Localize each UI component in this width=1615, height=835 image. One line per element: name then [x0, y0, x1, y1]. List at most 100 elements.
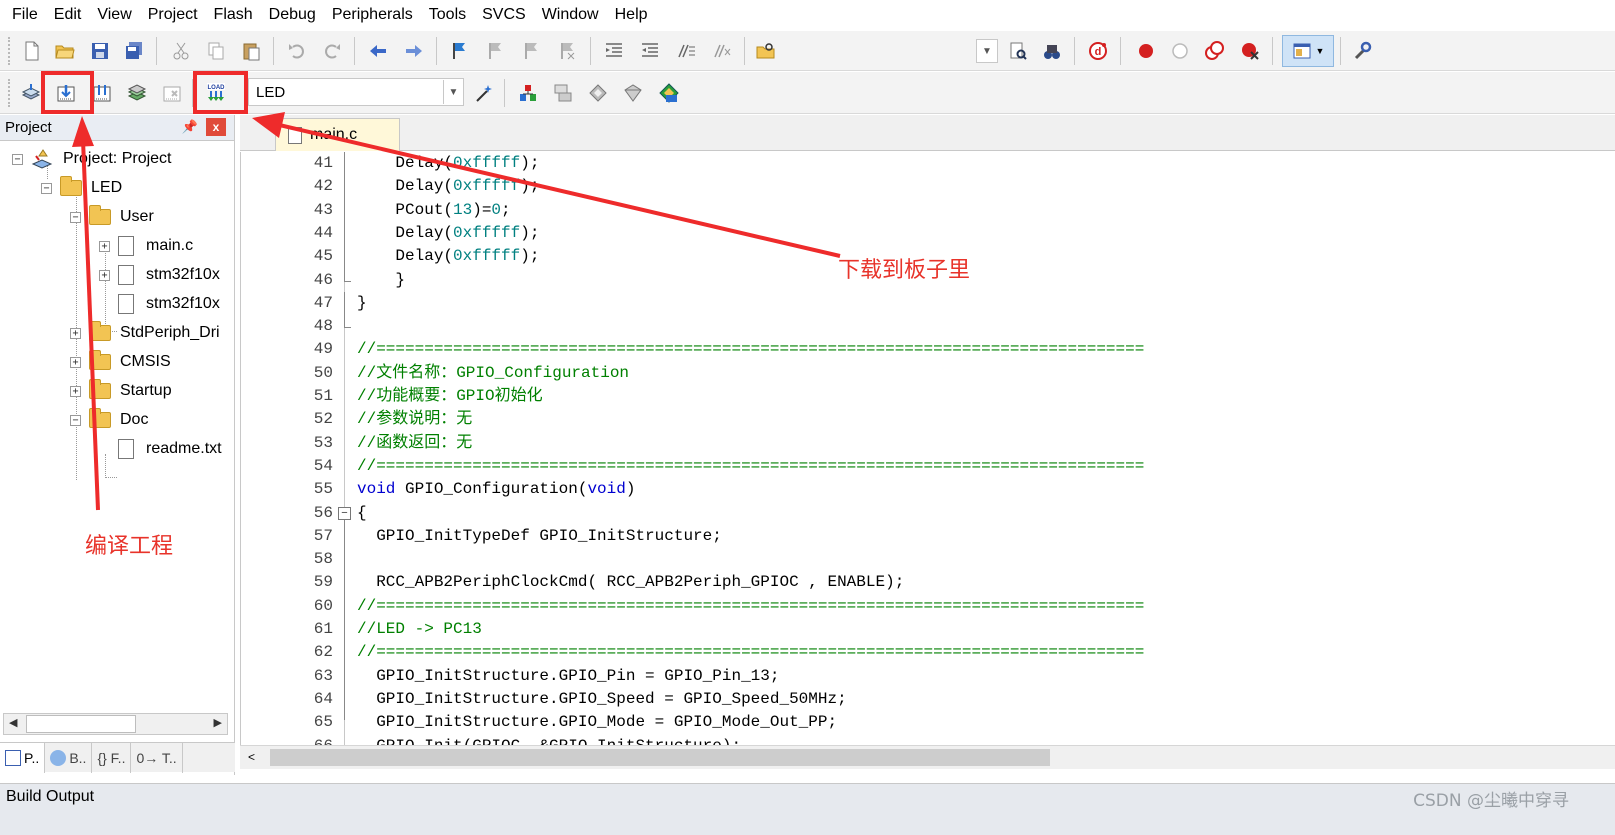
code-line[interactable]: 62 //====================================…: [241, 641, 1615, 664]
menu-view[interactable]: View: [89, 0, 139, 30]
code-line[interactable]: 64 GPIO_InitStructure.GPIO_Speed = GPIO_…: [241, 688, 1615, 711]
redo-button[interactable]: [318, 37, 346, 65]
indent-button[interactable]: [600, 37, 628, 65]
run-time-environment-button[interactable]: [655, 79, 683, 107]
tab-project[interactable]: P..: [0, 743, 46, 773]
code-line[interactable]: 48: [241, 315, 1615, 338]
manage-project-items-button[interactable]: [514, 79, 542, 107]
menu-help[interactable]: Help: [607, 0, 656, 30]
code-line[interactable]: 60 //====================================…: [241, 595, 1615, 618]
code-line[interactable]: 44 Delay(0xfffff);: [241, 222, 1615, 245]
code-line[interactable]: 65 GPIO_InitStructure.GPIO_Mode = GPIO_M…: [241, 711, 1615, 734]
next-bookmark-button[interactable]: [518, 37, 546, 65]
unindent-button[interactable]: [636, 37, 664, 65]
toolbar-grip[interactable]: [8, 79, 12, 107]
debug-session-button[interactable]: d: [1084, 37, 1112, 65]
tree-item-user-group[interactable]: − User: [70, 204, 154, 230]
menu-window[interactable]: Window: [534, 0, 607, 30]
manage-multi-project-button[interactable]: [549, 79, 577, 107]
insert-bookmark-button[interactable]: [446, 37, 474, 65]
select-packs-button[interactable]: [584, 79, 612, 107]
paste-button[interactable]: [237, 37, 265, 65]
cut-button[interactable]: [167, 37, 195, 65]
tree-item-cmsis[interactable]: + CMSIS: [70, 349, 171, 375]
clear-bookmarks-button[interactable]: [554, 37, 582, 65]
scrollbar-thumb[interactable]: [26, 715, 136, 733]
expand-icon[interactable]: +: [99, 240, 110, 252]
new-file-button[interactable]: [18, 37, 46, 65]
code-line[interactable]: 63 GPIO_InitStructure.GPIO_Pin = GPIO_Pi…: [241, 665, 1615, 688]
tree-item-stm32f10x-h[interactable]: stm32f10x: [118, 291, 220, 317]
save-button[interactable]: [86, 37, 114, 65]
browse-symbols-button[interactable]: [1038, 37, 1066, 65]
menu-flash[interactable]: Flash: [206, 0, 261, 30]
code-line[interactable]: 43 PCout(13)=0;: [241, 199, 1615, 222]
stop-build-button[interactable]: [158, 79, 186, 107]
code-line[interactable]: 57 GPIO_InitTypeDef GPIO_InitStructure;: [241, 525, 1615, 548]
open-file-button[interactable]: [51, 37, 79, 65]
tab-templates[interactable]: 0→ T..: [131, 743, 183, 773]
code-editor[interactable]: 41 Delay(0xfffff); 42 Delay(0xfffff); 43 P…: [240, 152, 1615, 769]
menu-debug[interactable]: Debug: [261, 0, 324, 30]
find-in-files-button[interactable]: [752, 37, 780, 65]
uncomment-button[interactable]: [708, 37, 736, 65]
menu-file[interactable]: File: [4, 0, 46, 30]
code-line[interactable]: 52 //参数说明：无: [241, 408, 1615, 431]
expand-icon[interactable]: +: [70, 327, 81, 339]
tree-item-startup[interactable]: + Startup: [70, 378, 172, 404]
code-line[interactable]: 49 //====================================…: [241, 338, 1615, 361]
code-line[interactable]: 54 //====================================…: [241, 455, 1615, 478]
target-select[interactable]: LED ▼: [248, 78, 464, 106]
tree-item-project-root[interactable]: − Project: Project: [12, 146, 171, 172]
insert-breakpoint-button[interactable]: [1132, 37, 1160, 65]
menu-tools[interactable]: Tools: [421, 0, 474, 30]
scroll-right-icon[interactable]: ▶: [214, 716, 222, 729]
disable-all-breakpoints-button[interactable]: [1200, 37, 1228, 65]
menu-peripherals[interactable]: Peripherals: [324, 0, 421, 30]
collapse-icon[interactable]: −: [12, 153, 23, 165]
code-line[interactable]: 41 Delay(0xfffff);: [241, 152, 1615, 175]
scrollbar-thumb[interactable]: [270, 749, 1050, 766]
tree-item-main-c[interactable]: + main.c: [99, 233, 193, 259]
save-all-button[interactable]: [120, 37, 148, 65]
undo-button[interactable]: [283, 37, 311, 65]
tree-item-stm32f10x-it[interactable]: + stm32f10x: [99, 262, 220, 288]
collapse-icon[interactable]: −: [70, 414, 81, 426]
code-line[interactable]: 53 //函数返回：无: [241, 432, 1615, 455]
code-line[interactable]: 61 //LED -> PC13: [241, 618, 1615, 641]
target-options-button[interactable]: [470, 79, 498, 107]
code-line[interactable]: 56 {: [241, 502, 1615, 525]
expand-icon[interactable]: +: [70, 356, 81, 368]
tree-item-led-target[interactable]: − LED: [41, 175, 122, 201]
tab-books[interactable]: B..: [45, 743, 93, 773]
enable-breakpoint-button[interactable]: [1166, 37, 1194, 65]
tree-item-doc[interactable]: − Doc: [70, 407, 148, 433]
tree-item-readme[interactable]: readme.txt: [118, 436, 222, 462]
scroll-left-icon[interactable]: ◀: [9, 716, 17, 729]
prev-bookmark-button[interactable]: [482, 37, 510, 65]
code-line[interactable]: 58: [241, 548, 1615, 571]
expand-icon[interactable]: +: [99, 269, 110, 281]
collapse-icon[interactable]: −: [41, 182, 52, 194]
code-line[interactable]: 47}: [241, 292, 1615, 315]
tree-item-stdperiph-driver[interactable]: + StdPeriph_Dri: [70, 320, 220, 346]
close-icon[interactable]: x: [206, 118, 226, 136]
toolbar-grip[interactable]: [8, 37, 12, 65]
pack-installer-button[interactable]: [619, 79, 647, 107]
copy-button[interactable]: [202, 37, 230, 65]
expand-icon[interactable]: +: [70, 385, 81, 397]
kill-all-breakpoints-button[interactable]: [1236, 37, 1264, 65]
menu-edit[interactable]: Edit: [46, 0, 90, 30]
navigate-back-button[interactable]: [364, 37, 392, 65]
project-horizontal-scrollbar[interactable]: ◀ ▶: [3, 713, 228, 735]
comment-button[interactable]: [672, 37, 700, 65]
tab-functions[interactable]: {} F..: [92, 743, 132, 773]
fold-collapse-icon[interactable]: −: [338, 506, 351, 520]
tab-main-c[interactable]: main.c: [275, 118, 400, 151]
configure-button[interactable]: [1348, 37, 1376, 65]
window-layout-button[interactable]: ▼: [1282, 35, 1334, 67]
navigate-forward-button[interactable]: [400, 37, 428, 65]
code-line[interactable]: 51 //功能概要：GPIO初始化: [241, 385, 1615, 408]
scroll-left-icon[interactable]: <: [248, 750, 255, 764]
collapse-icon[interactable]: −: [70, 211, 81, 223]
